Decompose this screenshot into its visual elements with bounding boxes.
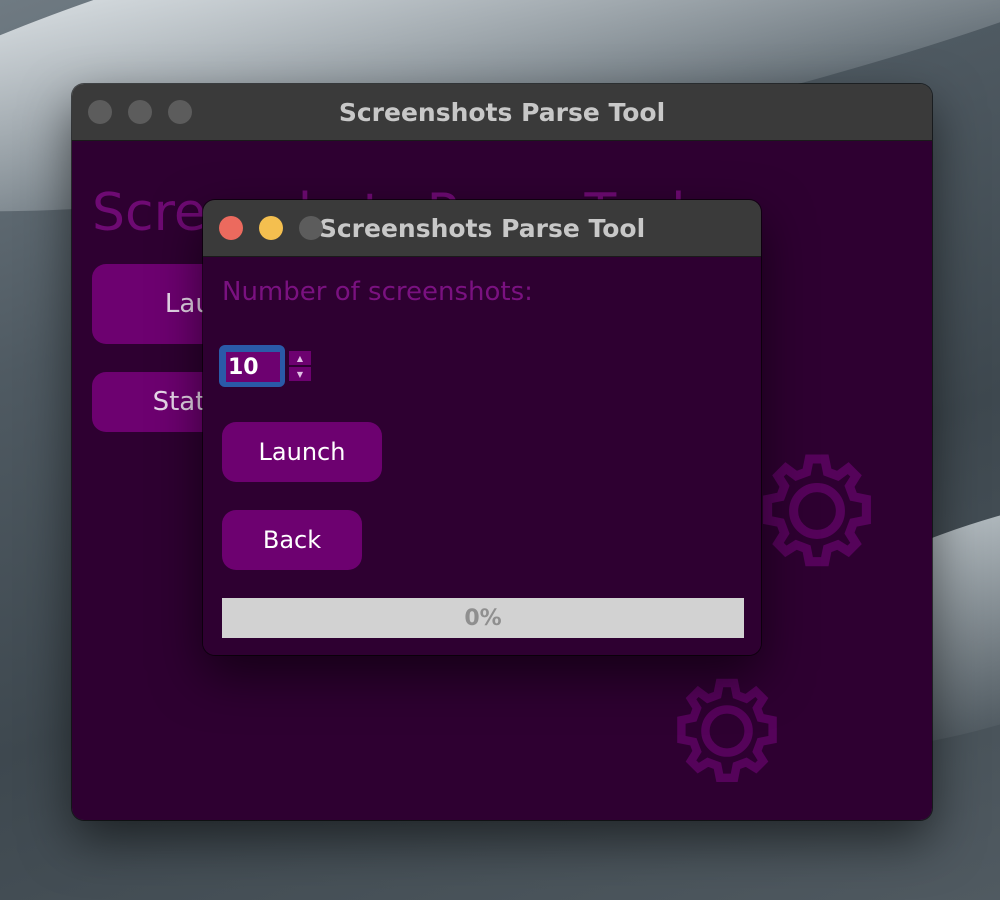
launch-button[interactable]: Launch	[222, 422, 382, 482]
screenshots-count-label: Number of screenshots:	[222, 277, 533, 307]
dialog-titlebar[interactable]: Screenshots Parse Tool	[203, 200, 761, 257]
main-window-traffic-lights	[88, 100, 192, 124]
spinbox-arrows: ▲ ▼	[289, 351, 311, 381]
dialog-title: Screenshots Parse Tool	[318, 213, 646, 243]
dialog-content: Number of screenshots: ▲ ▼ Launch Back 0…	[203, 257, 761, 655]
screenshots-count-input[interactable]	[226, 352, 280, 382]
progress-bar: 0%	[222, 598, 744, 638]
gear-icon	[763, 454, 871, 567]
spinbox-focus-ring	[219, 345, 285, 387]
main-window-title: Screenshots Parse Tool	[338, 97, 666, 127]
chevron-down-icon[interactable]: ▼	[289, 367, 311, 381]
zoom-icon[interactable]	[299, 216, 323, 240]
zoom-icon[interactable]	[168, 100, 192, 124]
main-window-titlebar[interactable]: Screenshots Parse Tool	[72, 84, 932, 141]
close-icon[interactable]	[219, 216, 243, 240]
dialog-traffic-lights	[219, 216, 323, 240]
chevron-up-icon[interactable]: ▲	[289, 351, 311, 365]
gear-icon	[677, 678, 777, 782]
close-icon[interactable]	[88, 100, 112, 124]
progress-text: 0%	[464, 605, 502, 631]
back-button[interactable]: Back	[222, 510, 362, 570]
launch-dialog: Screenshots Parse Tool Number of screens…	[203, 200, 761, 655]
minimize-icon[interactable]	[128, 100, 152, 124]
minimize-icon[interactable]	[259, 216, 283, 240]
